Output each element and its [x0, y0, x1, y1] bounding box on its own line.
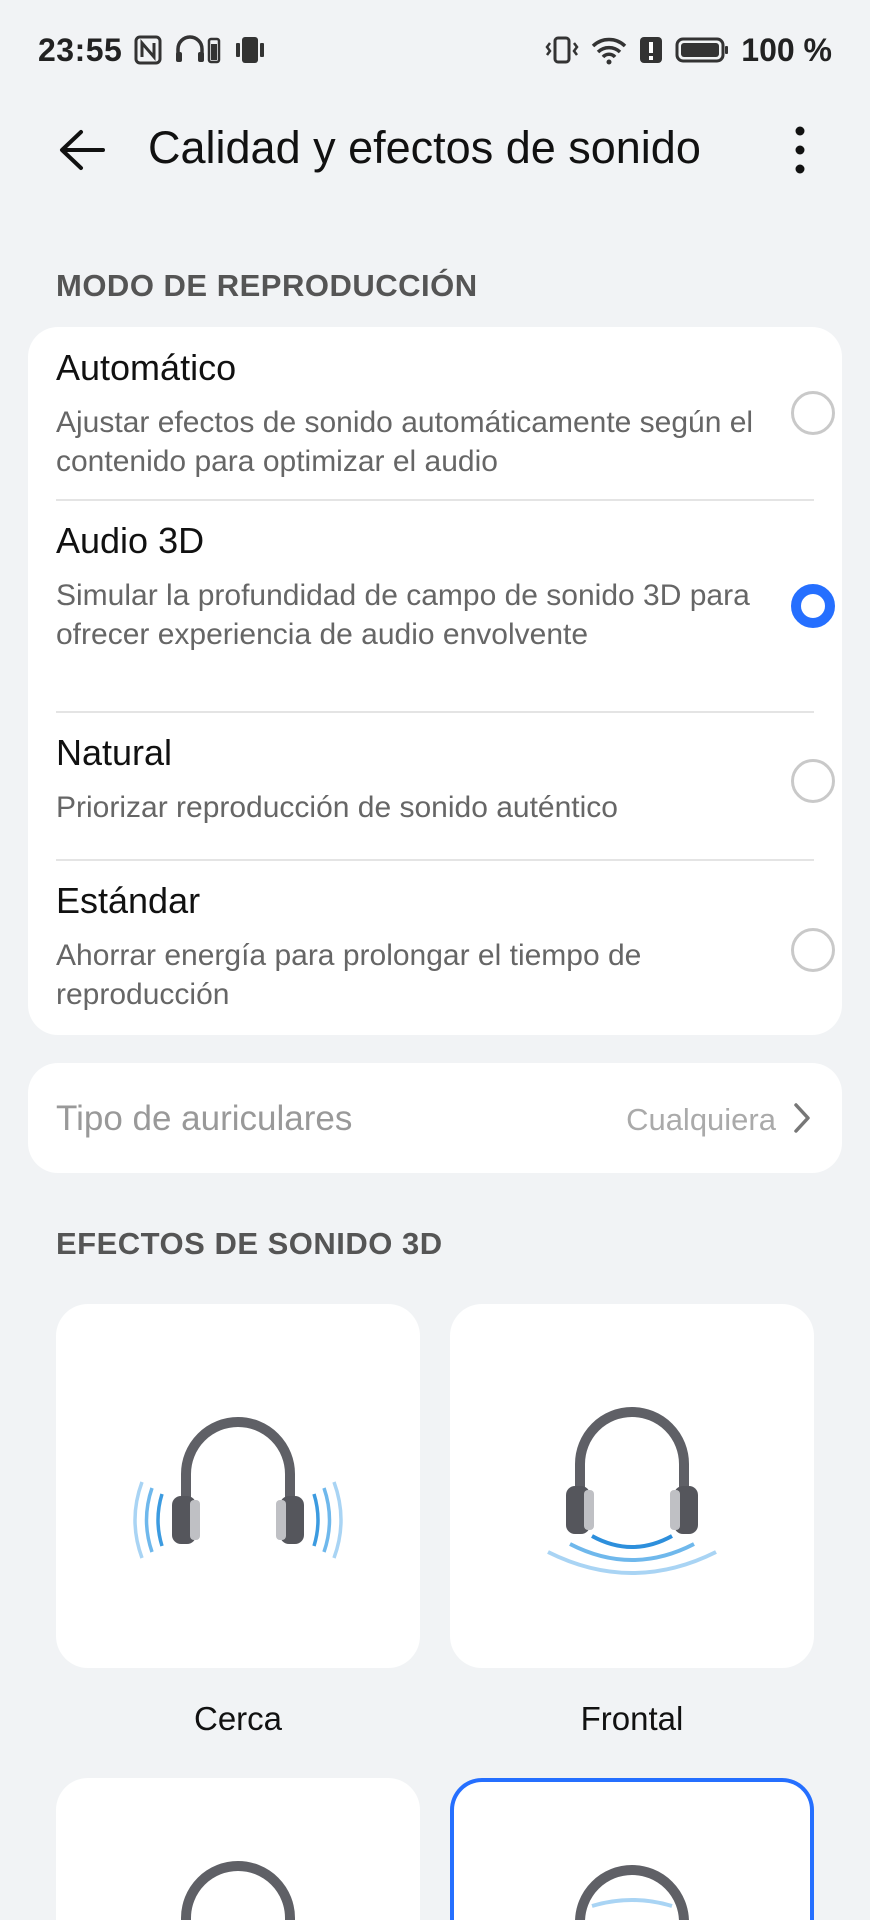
headphones-icon: [575, 1865, 689, 1920]
headphones-near-icon: [133, 1417, 343, 1559]
headphone-type-label: Tipo de auriculares: [56, 1099, 353, 1138]
headphones-icon: [181, 1861, 295, 1920]
headphone-type-row[interactable]: Tipo de auriculares Cualquiera: [28, 1063, 842, 1173]
option-estandar[interactable]: Estándar Ahorrar energía para prolongar …: [28, 860, 842, 1035]
option-title: Natural: [56, 732, 173, 773]
effects-3d-header: EFECTOS DE SONIDO 3D: [56, 1226, 443, 1261]
effect-tile-3[interactable]: [56, 1778, 420, 1920]
status-bar: 23:55 100 %: [0, 0, 870, 100]
effect-label-cerca: Cerca: [193, 1700, 283, 1737]
playback-mode-card: Automático Ajustar efectos de sonido aut…: [28, 327, 842, 1035]
nfc-icon: [134, 33, 162, 67]
playback-mode-header: MODO DE REPRODUCCIÓN: [56, 268, 478, 303]
option-automatico[interactable]: Automático Ajustar efectos de sonido aut…: [28, 327, 842, 499]
app-bar: Calidad y efectos de sonido: [0, 100, 870, 202]
option-natural[interactable]: Natural Priorizar reproducción de sonido…: [28, 712, 842, 858]
page-title: Calidad y efectos de sonido: [148, 122, 701, 173]
vibrate-mode-icon: [545, 33, 579, 67]
chevron-right-icon: [794, 1103, 810, 1133]
effect-tile-4[interactable]: [450, 1778, 814, 1920]
radio-estandar[interactable]: [791, 928, 835, 972]
more-options-button[interactable]: [770, 120, 830, 180]
battery-icon: [675, 33, 729, 67]
radio-automatico[interactable]: [791, 391, 835, 435]
radio-natural[interactable]: [791, 759, 835, 803]
option-title: Audio 3D: [56, 520, 205, 561]
effect-tile-frontal[interactable]: [450, 1304, 814, 1668]
option-audio-3d[interactable]: Audio 3D Simular la profundidad de campo…: [28, 500, 842, 710]
back-button[interactable]: [52, 120, 112, 180]
status-time: 23:55: [38, 31, 123, 68]
arrow-left-icon: [60, 130, 105, 170]
radio-audio-3d[interactable]: [791, 584, 835, 628]
effect-label-frontal: Frontal: [580, 1700, 684, 1737]
headphone-type-value: Cualquiera: [626, 1102, 776, 1137]
alert-icon: [639, 33, 663, 67]
option-title: Automático: [56, 347, 237, 388]
status-left: 23:55: [38, 32, 266, 69]
option-description: Priorizar reproducción de sonido auténti…: [56, 791, 618, 824]
option-description: Simular la profundidad de campo de sonid…: [56, 579, 750, 651]
effect-tile-cerca[interactable]: [56, 1304, 420, 1668]
headphones-front-icon: [547, 1407, 717, 1575]
vibrate-icon: [234, 33, 266, 67]
more-vertical-icon: [795, 126, 805, 174]
wifi-icon: [591, 33, 627, 67]
status-right: 100 %: [545, 32, 832, 69]
headphones-battery-icon: [174, 33, 222, 67]
option-description: Ahorrar energía para prolongar el tiempo…: [56, 939, 642, 1011]
option-title: Estándar: [56, 880, 201, 921]
option-description: Ajustar efectos de sonido automáticament…: [56, 406, 754, 478]
battery-percent: 100 %: [741, 31, 832, 68]
